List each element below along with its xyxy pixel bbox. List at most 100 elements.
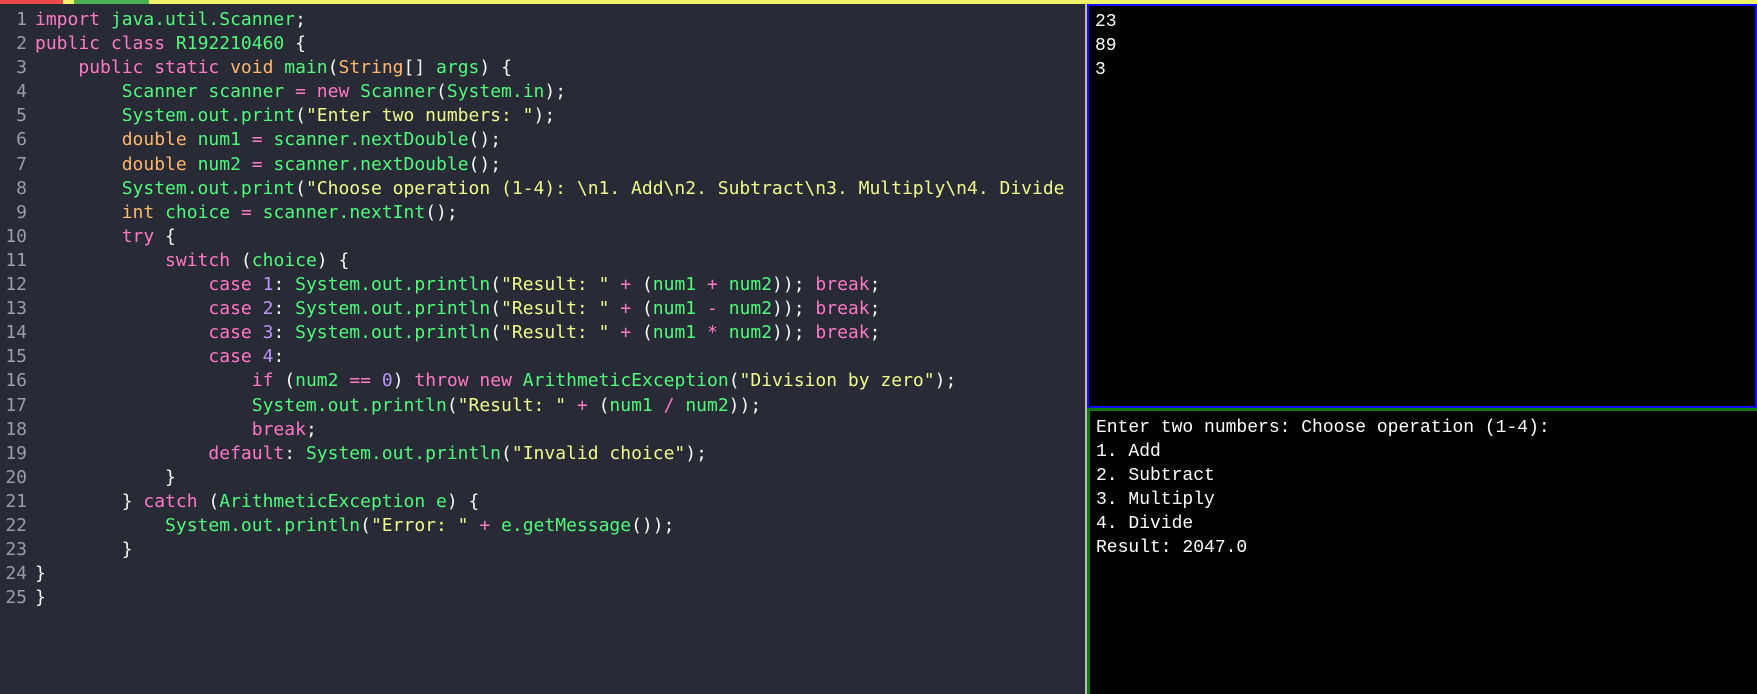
code-token: "Invalid choice" [511, 442, 686, 464]
line-number: 17 [5, 394, 27, 416]
code-token: default [208, 442, 285, 464]
code-token: break [815, 274, 870, 296]
code-text: try { [35, 225, 176, 249]
line-number: 16 [5, 370, 27, 392]
code-token: ; [869, 274, 881, 296]
code-editor[interactable]: 1 import java.util.Scanner; 2 public class … [0, 4, 1085, 694]
code-text: System.out.print("Choose operation (1-4)… [35, 177, 1065, 201]
code-line[interactable]: 24} [0, 562, 1065, 586]
code-line[interactable]: 22 System.out.println("Error: " + e.getM… [0, 514, 1065, 538]
code-token: ( [446, 394, 458, 416]
code-token: System.out.println [305, 442, 502, 464]
code-token: ( [501, 442, 512, 464]
code-token: ); [934, 370, 957, 392]
code-line[interactable]: 17 System.out.println("Result: " + (num1… [0, 394, 1065, 418]
code-line[interactable]: 6 double num1 = scanner.nextDouble(); [0, 128, 1065, 152]
code-line[interactable]: 20 } [0, 466, 1065, 490]
code-token: ( [587, 394, 610, 416]
code-line[interactable]: 16 if (num2 == 0) throw new ArithmeticEx… [0, 369, 1065, 393]
code-line[interactable]: 19 default: System.out.println("Invalid … [0, 442, 1065, 466]
code-token: choice [251, 249, 317, 271]
code-token: )); [772, 298, 805, 320]
code-token: )); [772, 322, 805, 344]
line-number: 5 [16, 105, 27, 127]
code-line[interactable]: 5 System.out.print("Enter two numbers: "… [0, 104, 1065, 128]
code-line[interactable]: 14 case 3: System.out.println("Result: "… [0, 321, 1065, 345]
code-token: choice [165, 201, 231, 223]
code-token: ( [295, 105, 306, 127]
code-lines[interactable]: 1 import java.util.Scanner; 2 public class … [0, 8, 1065, 610]
code-token: = [295, 81, 306, 103]
code-token: try [121, 225, 155, 247]
code-token: ( [197, 490, 220, 512]
code-line[interactable]: 2 public class R192210460 { [0, 32, 1065, 56]
code-token: ) { [316, 249, 350, 271]
code-text: System.out.println("Error: " + e.getMess… [35, 514, 674, 538]
code-token: num1 [197, 129, 241, 151]
code-line[interactable]: 21 } catch (ArithmeticException e) { [0, 490, 1065, 514]
code-line[interactable]: 3 public static void main(String[] args)… [0, 56, 1065, 80]
code-token: + [479, 514, 491, 536]
code-text: public static void main(String[] args) { [35, 56, 512, 80]
code-token: ) { [479, 57, 512, 79]
code-token: + [620, 274, 632, 296]
stdin-input-panel[interactable]: 23 89 3 [1087, 4, 1757, 408]
code-token: 1 [262, 274, 274, 296]
code-token: = [251, 153, 263, 175]
code-token: case [208, 274, 252, 296]
code-token: int [121, 201, 155, 223]
code-line[interactable]: 25} [0, 586, 1065, 610]
code-text: Scanner scanner = new Scanner(System.in)… [35, 80, 566, 104]
code-line[interactable]: 10 try { [0, 225, 1065, 249]
code-line[interactable]: 11 switch (choice) { [0, 249, 1065, 273]
code-text: default: System.out.println("Invalid cho… [35, 442, 707, 466]
code-line[interactable]: 12 case 1: System.out.println("Result: "… [0, 273, 1065, 297]
code-line[interactable]: 1 import java.util.Scanner; [0, 8, 1065, 32]
code-token: ArithmeticException e [219, 490, 447, 512]
code-line[interactable]: 18 break; [0, 418, 1065, 442]
code-token: + [620, 298, 632, 320]
code-token: num1 [652, 274, 697, 296]
code-token: ArithmeticException [522, 370, 729, 392]
code-token: System.out.println [295, 274, 491, 296]
code-token: System.out.println [165, 514, 361, 536]
code-token: Scanner scanner [121, 81, 285, 103]
code-token: switch [165, 249, 231, 271]
code-token: ); [544, 81, 567, 103]
code-token: throw new [414, 370, 512, 392]
code-line[interactable]: 7 double num2 = scanner.nextDouble(); [0, 153, 1065, 177]
code-line[interactable]: 8 System.out.print("Choose operation (1-… [0, 177, 1065, 201]
code-line[interactable]: 9 int choice = scanner.nextInt(); [0, 201, 1065, 225]
code-line[interactable]: 23 } [0, 538, 1065, 562]
code-token: num1 [652, 298, 697, 320]
line-number: 23 [5, 539, 27, 561]
code-text: int choice = scanner.nextInt(); [35, 201, 458, 225]
code-token: System.out.println [251, 394, 447, 416]
code-token: scanner.nextDouble [273, 153, 469, 175]
code-token: 2 [262, 298, 274, 320]
code-line[interactable]: 4 Scanner scanner = new Scanner(System.i… [0, 80, 1065, 104]
code-token: main [284, 57, 328, 79]
code-text: case 2: System.out.println("Result: " + … [35, 297, 880, 321]
line-number: 1 [16, 9, 27, 30]
code-token: "Result: " [501, 298, 610, 320]
code-text: System.out.print("Enter two numbers: "); [35, 104, 556, 128]
code-token: "Choose operation (1-4): \n1. Add\n2. Su… [305, 177, 1065, 199]
code-line[interactable]: 15 case 4: [0, 345, 1065, 369]
code-line[interactable]: 13 case 2: System.out.println("Result: "… [0, 297, 1065, 321]
code-token: "Division by zero" [739, 370, 935, 392]
